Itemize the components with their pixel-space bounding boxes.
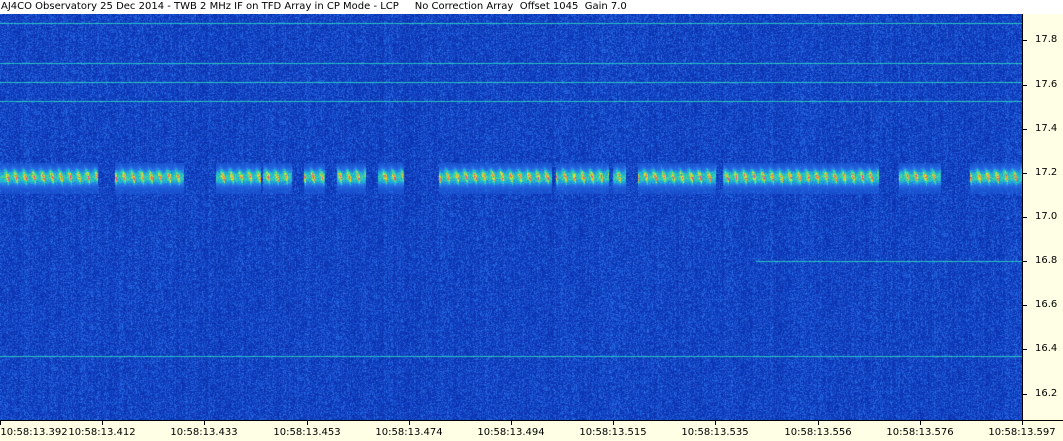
y-tick bbox=[1023, 261, 1027, 262]
x-tick bbox=[409, 421, 410, 425]
y-tick bbox=[1023, 173, 1027, 174]
x-tick-label: 10:58:13.597 bbox=[988, 427, 1056, 438]
x-tick-label: 10:58:13.535 bbox=[681, 427, 749, 438]
y-tick-label: 16.6 bbox=[1035, 299, 1058, 310]
spectrogram-window: AJ4CO Observatory 25 Dec 2014 - TWB 2 MH… bbox=[0, 0, 1063, 441]
x-tick-label: 10:58:13.453 bbox=[273, 427, 341, 438]
frequency-axis: 17.8 17.6 17.4 17.2 17.0 16.8 16.6 16.4 16.2 bbox=[1022, 14, 1063, 420]
x-tick-label: 10:58:13.556 bbox=[784, 427, 852, 438]
y-tick-label: 16.8 bbox=[1035, 255, 1058, 266]
x-tick bbox=[307, 421, 308, 425]
x-tick-label: 10:58:13.576 bbox=[886, 427, 954, 438]
x-tick-label: 10:58:13.494 bbox=[477, 427, 545, 438]
y-tick bbox=[1023, 394, 1027, 395]
y-tick bbox=[1023, 349, 1027, 350]
y-tick-label: 17.6 bbox=[1035, 79, 1058, 90]
x-tick-label: 10:58:13.392 bbox=[0, 427, 68, 438]
x-tick-label: 10:58:13.474 bbox=[375, 427, 443, 438]
x-tick bbox=[920, 421, 921, 425]
spectrogram-canvas[interactable] bbox=[0, 14, 1022, 420]
x-tick bbox=[613, 421, 614, 425]
x-tick bbox=[204, 421, 205, 425]
y-tick-label: 17.4 bbox=[1035, 123, 1058, 134]
y-tick bbox=[1023, 85, 1027, 86]
spectrogram-plot[interactable] bbox=[0, 14, 1022, 420]
y-tick bbox=[1023, 129, 1027, 130]
x-tick bbox=[511, 421, 512, 425]
x-tick-label: 10:58:13.433 bbox=[170, 427, 238, 438]
y-tick-label: 16.2 bbox=[1035, 388, 1058, 399]
x-tick bbox=[1022, 421, 1023, 425]
x-tick bbox=[715, 421, 716, 425]
y-tick bbox=[1023, 40, 1027, 41]
y-tick-label: 17.2 bbox=[1035, 167, 1058, 178]
x-tick-label: 10:58:13.515 bbox=[579, 427, 647, 438]
y-tick bbox=[1023, 305, 1027, 306]
x-tick-label: 10:58:13.412 bbox=[68, 427, 136, 438]
y-tick bbox=[1023, 217, 1027, 218]
x-tick bbox=[818, 421, 819, 425]
x-tick bbox=[0, 421, 1, 425]
window-title: AJ4CO Observatory 25 Dec 2014 - TWB 2 MH… bbox=[0, 0, 1063, 14]
y-tick-label: 17.8 bbox=[1035, 34, 1058, 45]
y-tick-label: 17.0 bbox=[1035, 211, 1058, 222]
x-tick bbox=[102, 421, 103, 425]
time-axis: 10:58:13.392 10:58:13.412 10:58:13.433 10:5… bbox=[0, 420, 1063, 441]
y-tick-label: 16.4 bbox=[1035, 343, 1058, 354]
